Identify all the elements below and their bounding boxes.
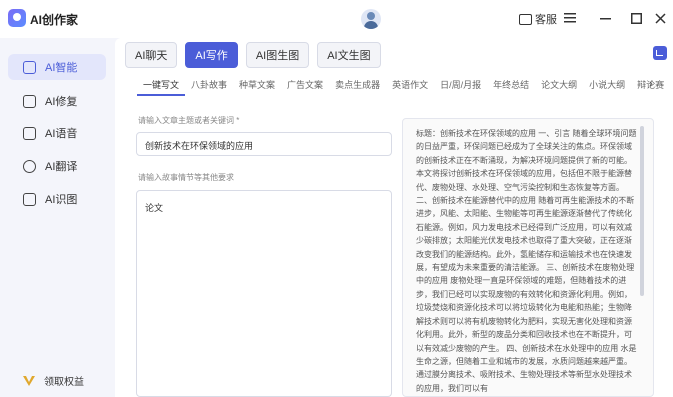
sidebar-item-label: AI翻译 xyxy=(45,161,78,173)
subtab-ad-copy[interactable]: 广告文案 xyxy=(281,74,329,96)
robot-icon xyxy=(23,60,36,74)
keyword-label: 请输入文章主题或者关键词 * xyxy=(138,116,240,125)
maximize-icon xyxy=(630,12,642,24)
subtab-english-essay[interactable]: 英语作文 xyxy=(386,74,434,96)
output-scrollbar[interactable] xyxy=(640,126,644,296)
menu-button[interactable] xyxy=(561,9,579,27)
sidebar-item-label: AI智能 xyxy=(45,62,78,74)
sidebar-item-ai-smart[interactable]: AI智能 xyxy=(8,54,106,80)
collapse-icon[interactable] xyxy=(653,46,667,60)
user-avatar[interactable] xyxy=(361,9,381,29)
chevron-right-icon[interactable]: › xyxy=(649,78,653,90)
main-panel: AI聊天 AI写作 AI图生图 AI文生图 一键写文 八卦故事 种草文案 广告文… xyxy=(115,38,673,397)
customer-service-label: 客服 xyxy=(535,14,557,26)
sidebar-item-ai-recognize[interactable]: AI识图 xyxy=(8,186,106,212)
subtab-one-click-write[interactable]: 一键写文 xyxy=(137,74,186,96)
claim-benefits-label: 领取权益 xyxy=(44,377,84,388)
subtab-novel-outline[interactable]: 小说大纲 xyxy=(583,74,631,96)
subtab-product-copy[interactable]: 种草文案 xyxy=(233,74,281,96)
sidebar-item-label: AI语音 xyxy=(45,128,78,140)
customer-service-button[interactable]: 客服 xyxy=(519,11,557,27)
minimize-icon xyxy=(599,17,611,19)
tab-ai-text-to-image[interactable]: AI文生图 xyxy=(317,42,381,68)
sidebar-item-ai-repair[interactable]: AI修复 xyxy=(8,88,106,114)
generated-article-output[interactable]: 标题：创新技术在环保领域的应用 一、引言 随着全球环境问题的日益严重，环保问题已… xyxy=(402,118,654,397)
voice-icon xyxy=(23,126,36,140)
subtab-thesis-outline[interactable]: 论文大纲 xyxy=(535,74,583,96)
tab-ai-image-to-image[interactable]: AI图生图 xyxy=(245,42,310,68)
maximize-button[interactable] xyxy=(627,9,645,27)
sidebar: AI智能 AI修复 AI语音 AI翻译 AI识图 领取权益 xyxy=(0,38,115,397)
translate-icon xyxy=(23,159,36,173)
keyword-input[interactable]: 创新技术在环保领域的应用 xyxy=(136,132,392,156)
sidebar-item-ai-voice[interactable]: AI语音 xyxy=(8,120,106,146)
hamburger-icon xyxy=(564,13,576,23)
vip-icon xyxy=(23,375,35,386)
app-title: AI创作家 xyxy=(30,13,79,27)
subtab-selling-point[interactable]: 卖点生成器 xyxy=(329,74,386,96)
close-button[interactable] xyxy=(651,9,669,27)
detail-label: 请输入故事情节等其他要求 xyxy=(138,173,234,182)
subtab-gossip-story[interactable]: 八卦故事 xyxy=(185,74,233,96)
tab-ai-chat[interactable]: AI聊天 xyxy=(125,42,178,68)
image-repair-icon xyxy=(23,94,36,108)
minimize-button[interactable] xyxy=(596,9,614,27)
claim-benefits-button[interactable]: 领取权益 xyxy=(8,373,84,388)
image-recognition-icon xyxy=(23,192,36,206)
writing-type-tabs: 一键写文 八卦故事 种草文案 广告文案 卖点生成器 英语作文 日/周/月报 年终… xyxy=(137,74,667,98)
sidebar-item-label: AI识图 xyxy=(45,194,78,206)
app-logo-icon xyxy=(8,9,26,27)
sidebar-item-ai-translate[interactable]: AI翻译 xyxy=(8,153,106,179)
feature-tabs: AI聊天 AI写作 AI图生图 AI文生图 xyxy=(125,42,381,70)
title-bar: AI创作家 客服 xyxy=(0,0,673,38)
subtab-report[interactable]: 日/周/月报 xyxy=(434,74,487,96)
subtab-year-summary[interactable]: 年终总结 xyxy=(487,74,535,96)
close-icon xyxy=(654,12,666,24)
chat-bubble-icon xyxy=(519,13,532,25)
sidebar-item-label: AI修复 xyxy=(45,96,78,108)
detail-textarea[interactable]: 论文 xyxy=(136,190,392,397)
tab-ai-writing[interactable]: AI写作 xyxy=(185,42,238,68)
